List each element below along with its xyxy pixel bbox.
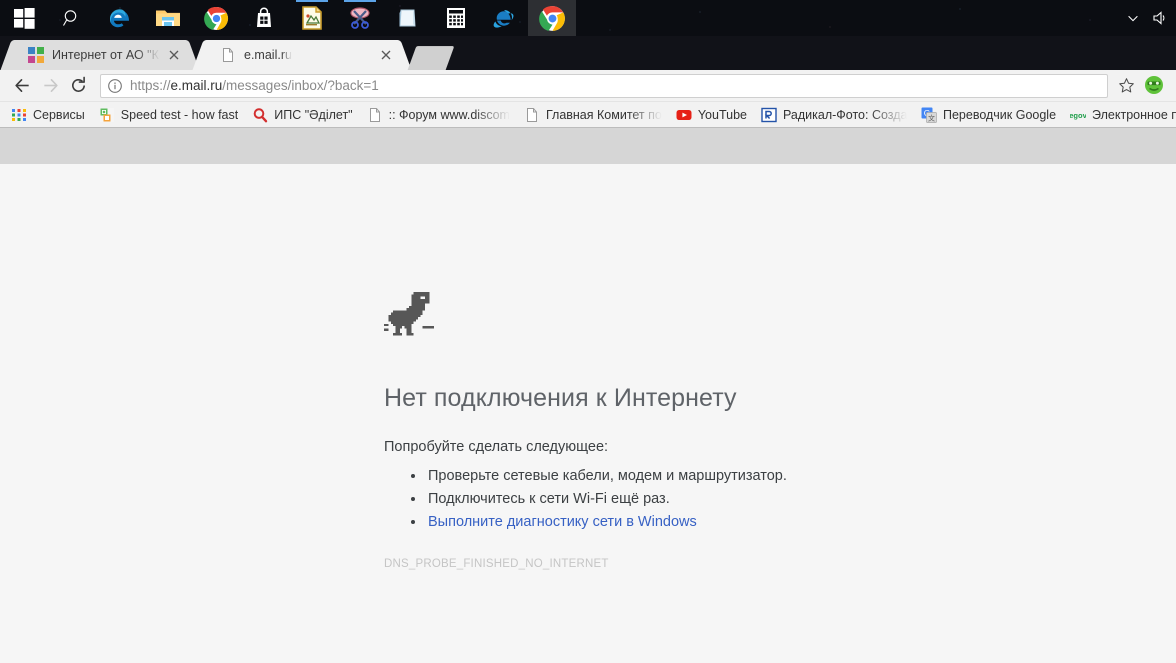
forward-arrow-icon <box>41 76 60 95</box>
list-item: Проверьте сетевые кабели, модем и маршру… <box>426 465 984 488</box>
chrome-icon <box>204 6 229 31</box>
calculator-taskbar-button[interactable] <box>432 0 480 36</box>
close-icon[interactable] <box>166 47 182 63</box>
address-bar[interactable]: https://e.mail.ru/messages/inbox/?back=1 <box>100 74 1108 98</box>
edge-taskbar-button[interactable] <box>96 0 144 36</box>
profile-avatar-icon <box>1144 75 1164 95</box>
bookmark-label: Переводчик Google <box>943 108 1056 122</box>
bookmark-google-translate[interactable]: G 文 Переводчик Google <box>914 104 1063 126</box>
chevron-up-icon[interactable] <box>1126 11 1140 25</box>
four-squares-icon <box>28 47 44 63</box>
document-editor-taskbar-button[interactable] <box>288 0 336 36</box>
windows-taskbar <box>0 0 1176 36</box>
network-error-page: Нет подключения к Интернету Попробуйте с… <box>384 292 984 570</box>
speedtest-icon <box>99 107 115 123</box>
offline-dinosaur-icon <box>384 292 434 340</box>
bookmark-forum-discom[interactable]: :: Форум www.discom <box>360 104 517 126</box>
internet-explorer-taskbar-button[interactable] <box>480 0 528 36</box>
bookmark-youtube[interactable]: YouTube <box>669 104 754 126</box>
page-icon <box>220 47 236 63</box>
list-item: Подключитесь к сети Wi-Fi ещё раз. <box>426 488 984 511</box>
tab-emailru[interactable]: e.mail.ru <box>206 40 398 70</box>
bookmark-label: Главная Комитет по <box>546 108 662 122</box>
bookmark-label: :: Форум www.discom <box>389 108 510 122</box>
youtube-icon <box>676 107 692 123</box>
bookmark-radikal-foto[interactable]: Радикал-Фото: Созда <box>754 104 914 126</box>
internet-explorer-icon <box>491 5 517 31</box>
speaker-icon[interactable] <box>1152 10 1168 26</box>
notepad-taskbar-button[interactable] <box>384 0 432 36</box>
list-item: Выполните диагностику сети в Windows <box>426 511 984 534</box>
snipping-tool-taskbar-button[interactable] <box>336 0 384 36</box>
url-host: e.mail.ru <box>171 78 223 93</box>
bookmark-label: ИПС "Әділет" <box>274 108 352 122</box>
suggestion-list: Проверьте сетевые кабели, модем и маршру… <box>384 465 984 534</box>
bookmark-speedtest[interactable]: Speed test - how fast <box>92 104 245 126</box>
chrome-active-taskbar-button[interactable] <box>528 0 576 36</box>
url-scheme: https:// <box>130 78 171 93</box>
search-button[interactable] <box>48 0 96 36</box>
page-icon <box>524 107 540 123</box>
tab-title: e.mail.ru <box>244 48 292 62</box>
radikal-icon <box>761 107 777 123</box>
bookmark-label: Радикал-Фото: Созда <box>783 108 907 122</box>
bookmark-adilet[interactable]: ИПС "Әділет" <box>245 104 359 126</box>
bookmark-label: Электронное правит <box>1092 108 1176 122</box>
bookmark-servisy[interactable]: Сервисы <box>4 104 92 126</box>
svg-text:egov: egov <box>1070 111 1086 120</box>
notepad-icon <box>396 6 420 30</box>
bookmark-label: YouTube <box>698 108 747 122</box>
magnifier-red-icon <box>252 107 268 123</box>
microsoft-store-taskbar-button[interactable] <box>240 0 288 36</box>
back-button[interactable] <box>8 72 36 100</box>
tab-strip: Интернет от АО "Казахт e.mail.ru <box>0 36 1176 70</box>
suggestion-text: Подключитесь к сети Wi-Fi ещё раз. <box>428 491 670 507</box>
bookmark-label: Speed test - how fast <box>121 108 238 122</box>
svg-text:文: 文 <box>928 113 935 122</box>
edge-icon <box>107 5 133 31</box>
windows-logo-icon <box>14 8 35 29</box>
profile-avatar[interactable] <box>1144 75 1166 97</box>
bookmark-egov[interactable]: egov Электронное правит <box>1063 104 1176 126</box>
browser-toolbar: https://e.mail.ru/messages/inbox/?back=1 <box>0 70 1176 102</box>
tab-title: Интернет от АО "Казахт <box>52 48 160 62</box>
reload-button[interactable] <box>64 72 92 100</box>
page-icon <box>367 107 383 123</box>
file-explorer-taskbar-button[interactable] <box>144 0 192 36</box>
search-icon <box>62 8 82 28</box>
egov-icon: egov <box>1070 107 1086 123</box>
store-bag-icon <box>252 6 276 30</box>
bookmark-label: Сервисы <box>33 108 85 122</box>
network-diagnostics-link[interactable]: Выполните диагностику сети в Windows <box>428 514 697 530</box>
page-viewport: Нет подключения к Интернету Попробуйте с… <box>0 164 1176 663</box>
reload-icon <box>69 76 88 95</box>
suggestion-text: Проверьте сетевые кабели, модем и маршру… <box>428 468 787 484</box>
back-arrow-icon <box>13 76 32 95</box>
error-code: DNS_PROBE_FINISHED_NO_INTERNET <box>384 558 984 570</box>
info-circle-icon[interactable] <box>107 78 123 94</box>
calculator-icon <box>445 6 467 30</box>
folder-icon <box>155 6 181 30</box>
bookmark-glavnaya-komitet[interactable]: Главная Комитет по <box>517 104 669 126</box>
star-outline-icon <box>1118 77 1135 94</box>
bookmarks-bar: Сервисы Speed test - how fast ИПС "Әділе… <box>0 102 1176 128</box>
bookmark-star-button[interactable] <box>1114 74 1138 98</box>
document-pencil-icon <box>300 5 324 31</box>
chrome-taskbar-button[interactable] <box>192 0 240 36</box>
apps-grid-icon <box>11 107 27 123</box>
start-button[interactable] <box>0 0 48 36</box>
chrome-icon <box>539 5 566 32</box>
system-tray <box>1126 10 1176 26</box>
tab-kazakhtelecom[interactable]: Интернет от АО "Казахт <box>14 40 186 70</box>
close-icon[interactable] <box>378 47 394 63</box>
scissors-icon <box>347 6 373 30</box>
error-subtitle: Попробуйте сделать следующее: <box>384 439 984 455</box>
google-translate-icon: G 文 <box>921 107 937 123</box>
chrome-browser-window: Интернет от АО "Казахт e.mail.ru <box>0 36 1176 627</box>
url-text: https://e.mail.ru/messages/inbox/?back=1 <box>130 78 379 93</box>
forward-button <box>36 72 64 100</box>
page-title: Нет подключения к Интернету <box>384 384 984 413</box>
url-path: /messages/inbox/?back=1 <box>222 78 378 93</box>
